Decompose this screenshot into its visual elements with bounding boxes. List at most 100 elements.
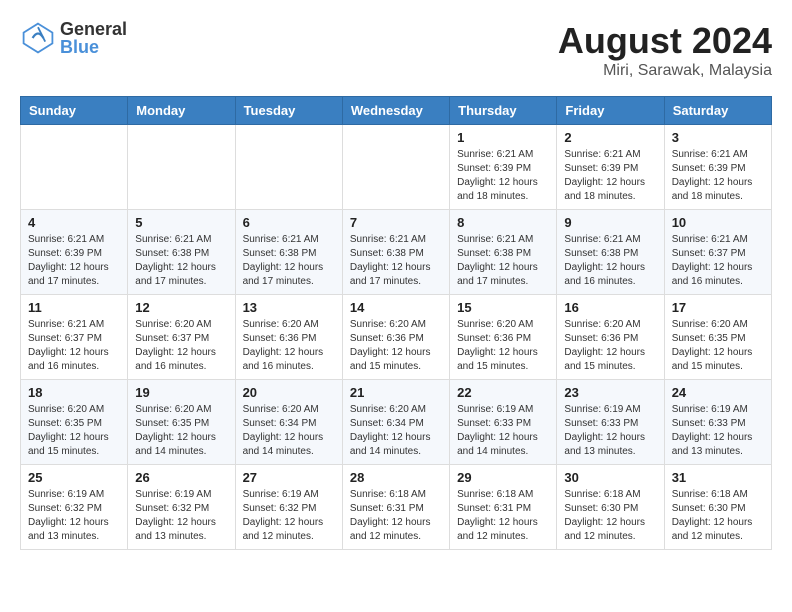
day-info: Sunrise: 6:20 AM Sunset: 6:36 PM Dayligh… (564, 318, 656, 374)
calendar-cell: 4 Sunrise: 6:21 AM Sunset: 6:39 PM Daylig… (21, 210, 128, 295)
day-info: Sunrise: 6:21 AM Sunset: 6:39 PM Dayligh… (564, 148, 656, 204)
day-number: 19 (135, 385, 227, 400)
day-number: 8 (457, 215, 549, 230)
calendar-cell: 16 Sunrise: 6:20 AM Sunset: 6:36 PM Dayli… (557, 295, 664, 380)
day-number: 1 (457, 130, 549, 145)
day-info: Sunrise: 6:21 AM Sunset: 6:37 PM Dayligh… (672, 233, 764, 289)
day-header-saturday: Saturday (664, 97, 771, 125)
calendar-cell: 27 Sunrise: 6:19 AM Sunset: 6:32 PM Dayli… (235, 465, 342, 550)
day-number: 29 (457, 470, 549, 485)
calendar-cell: 29 Sunrise: 6:18 AM Sunset: 6:31 PM Dayli… (450, 465, 557, 550)
day-number: 15 (457, 300, 549, 315)
day-info: Sunrise: 6:21 AM Sunset: 6:39 PM Dayligh… (672, 148, 764, 204)
day-number: 3 (672, 130, 764, 145)
day-info: Sunrise: 6:21 AM Sunset: 6:39 PM Dayligh… (28, 233, 120, 289)
day-info: Sunrise: 6:20 AM Sunset: 6:35 PM Dayligh… (135, 403, 227, 459)
page-header: General Blue August 2024 Miri, Sarawak, … (20, 20, 772, 80)
day-number: 14 (350, 300, 442, 315)
calendar-cell: 20Sunrise: 6:20 AM Sunset: 6:34 PM Dayli… (235, 380, 342, 465)
calendar-cell: 18Sunrise: 6:20 AM Sunset: 6:35 PM Dayli… (21, 380, 128, 465)
logo: General Blue (20, 20, 127, 56)
day-number: 21 (350, 385, 442, 400)
day-number: 2 (564, 130, 656, 145)
calendar-cell: 3 Sunrise: 6:21 AM Sunset: 6:39 PM Daylig… (664, 125, 771, 210)
calendar-cell: 21 Sunrise: 6:20 AM Sunset: 6:34 PM Dayli… (342, 380, 449, 465)
calendar-cell (21, 125, 128, 210)
day-header-thursday: Thursday (450, 97, 557, 125)
calendar-cell: 23Sunrise: 6:19 AM Sunset: 6:33 PM Dayli… (557, 380, 664, 465)
day-number: 7 (350, 215, 442, 230)
logo-icon (20, 20, 56, 56)
day-info: Sunrise: 6:21 AM Sunset: 6:38 PM Dayligh… (564, 233, 656, 289)
calendar-cell: 10 Sunrise: 6:21 AM Sunset: 6:37 PM Dayli… (664, 210, 771, 295)
calendar-cell: 14 Sunrise: 6:20 AM Sunset: 6:36 PM Dayli… (342, 295, 449, 380)
day-info: Sunrise: 6:19 AM Sunset: 6:33 PM Dayligh… (457, 403, 549, 459)
calendar-week-2: 4 Sunrise: 6:21 AM Sunset: 6:39 PM Daylig… (21, 210, 772, 295)
day-info: Sunrise: 6:20 AM Sunset: 6:36 PM Dayligh… (350, 318, 442, 374)
header-row: SundayMondayTuesdayWednesdayThursdayFrid… (21, 97, 772, 125)
day-info: Sunrise: 6:18 AM Sunset: 6:31 PM Dayligh… (457, 488, 549, 544)
calendar-subtitle: Miri, Sarawak, Malaysia (558, 62, 772, 80)
day-info: Sunrise: 6:20 AM Sunset: 6:34 PM Dayligh… (350, 403, 442, 459)
day-number: 28 (350, 470, 442, 485)
calendar-cell: 9 Sunrise: 6:21 AM Sunset: 6:38 PM Daylig… (557, 210, 664, 295)
calendar-cell: 19 Sunrise: 6:20 AM Sunset: 6:35 PM Dayli… (128, 380, 235, 465)
calendar-week-4: 18Sunrise: 6:20 AM Sunset: 6:35 PM Dayli… (21, 380, 772, 465)
day-info: Sunrise: 6:20 AM Sunset: 6:35 PM Dayligh… (28, 403, 120, 459)
calendar-cell: 25Sunrise: 6:19 AM Sunset: 6:32 PM Dayli… (21, 465, 128, 550)
day-number: 16 (564, 300, 656, 315)
calendar-cell: 5 Sunrise: 6:21 AM Sunset: 6:38 PM Daylig… (128, 210, 235, 295)
day-number: 17 (672, 300, 764, 315)
calendar-cell: 22 Sunrise: 6:19 AM Sunset: 6:33 PM Dayli… (450, 380, 557, 465)
calendar-week-5: 25Sunrise: 6:19 AM Sunset: 6:32 PM Dayli… (21, 465, 772, 550)
calendar-cell: 8Sunrise: 6:21 AM Sunset: 6:38 PM Daylig… (450, 210, 557, 295)
logo-line1: General (60, 20, 127, 38)
day-info: Sunrise: 6:21 AM Sunset: 6:38 PM Dayligh… (135, 233, 227, 289)
day-number: 10 (672, 215, 764, 230)
day-number: 4 (28, 215, 120, 230)
day-number: 5 (135, 215, 227, 230)
calendar-week-3: 11Sunrise: 6:21 AM Sunset: 6:37 PM Dayli… (21, 295, 772, 380)
day-header-monday: Monday (128, 97, 235, 125)
day-info: Sunrise: 6:20 AM Sunset: 6:36 PM Dayligh… (243, 318, 335, 374)
logo-text: General Blue (60, 20, 127, 56)
day-info: Sunrise: 6:21 AM Sunset: 6:38 PM Dayligh… (243, 233, 335, 289)
day-number: 30 (564, 470, 656, 485)
day-info: Sunrise: 6:19 AM Sunset: 6:33 PM Dayligh… (672, 403, 764, 459)
calendar-cell (342, 125, 449, 210)
calendar-cell: 17 Sunrise: 6:20 AM Sunset: 6:35 PM Dayli… (664, 295, 771, 380)
day-number: 31 (672, 470, 764, 485)
calendar-cell (128, 125, 235, 210)
calendar-cell: 30Sunrise: 6:18 AM Sunset: 6:30 PM Dayli… (557, 465, 664, 550)
calendar-cell: 11Sunrise: 6:21 AM Sunset: 6:37 PM Dayli… (21, 295, 128, 380)
calendar-cell: 24 Sunrise: 6:19 AM Sunset: 6:33 PM Dayli… (664, 380, 771, 465)
day-info: Sunrise: 6:18 AM Sunset: 6:30 PM Dayligh… (672, 488, 764, 544)
calendar-cell: 6 Sunrise: 6:21 AM Sunset: 6:38 PM Daylig… (235, 210, 342, 295)
day-number: 22 (457, 385, 549, 400)
day-info: Sunrise: 6:19 AM Sunset: 6:32 PM Dayligh… (243, 488, 335, 544)
day-number: 6 (243, 215, 335, 230)
calendar-cell: 2 Sunrise: 6:21 AM Sunset: 6:39 PM Daylig… (557, 125, 664, 210)
calendar-cell: 7 Sunrise: 6:21 AM Sunset: 6:38 PM Daylig… (342, 210, 449, 295)
day-number: 27 (243, 470, 335, 485)
day-header-tuesday: Tuesday (235, 97, 342, 125)
calendar-cell: 15 Sunrise: 6:20 AM Sunset: 6:36 PM Dayli… (450, 295, 557, 380)
day-info: Sunrise: 6:20 AM Sunset: 6:35 PM Dayligh… (672, 318, 764, 374)
calendar-cell: 12 Sunrise: 6:20 AM Sunset: 6:37 PM Dayli… (128, 295, 235, 380)
calendar-cell: 13 Sunrise: 6:20 AM Sunset: 6:36 PM Dayli… (235, 295, 342, 380)
day-number: 24 (672, 385, 764, 400)
day-number: 13 (243, 300, 335, 315)
day-info: Sunrise: 6:20 AM Sunset: 6:36 PM Dayligh… (457, 318, 549, 374)
day-number: 9 (564, 215, 656, 230)
day-info: Sunrise: 6:21 AM Sunset: 6:38 PM Dayligh… (350, 233, 442, 289)
day-header-wednesday: Wednesday (342, 97, 449, 125)
calendar-title: August 2024 (558, 20, 772, 62)
day-header-sunday: Sunday (21, 97, 128, 125)
calendar-cell (235, 125, 342, 210)
day-info: Sunrise: 6:21 AM Sunset: 6:39 PM Dayligh… (457, 148, 549, 204)
day-number: 12 (135, 300, 227, 315)
logo-line2: Blue (60, 38, 127, 56)
day-number: 26 (135, 470, 227, 485)
day-info: Sunrise: 6:20 AM Sunset: 6:37 PM Dayligh… (135, 318, 227, 374)
day-number: 11 (28, 300, 120, 315)
